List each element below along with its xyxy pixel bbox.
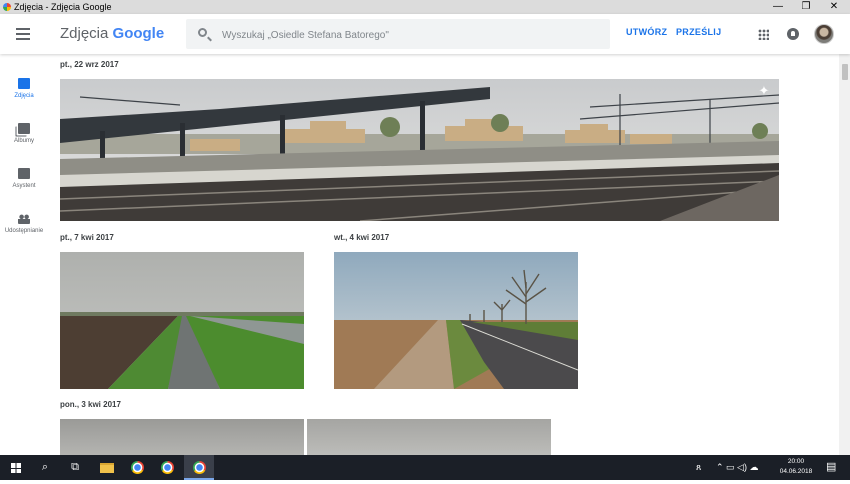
close-window-button[interactable]: ✕ [820, 0, 848, 14]
photo-thumbnail-field-path[interactable] [60, 252, 304, 389]
avatar[interactable] [814, 24, 834, 44]
field-path-image [60, 252, 304, 389]
people-icon[interactable]: ጸ [696, 455, 701, 480]
sparkle-auto-create-icon: ✦ [758, 83, 770, 98]
system-tray-icons[interactable]: ⌃ ▭ ◁) ☁ [716, 455, 758, 480]
apps-grid-icon[interactable] [758, 29, 769, 40]
hamburger-menu-icon[interactable] [16, 28, 30, 40]
taskbar-search-icon[interactable]: ⌕ [30, 455, 60, 480]
date-heading[interactable]: pon., 3 kwi 2017 [60, 400, 121, 409]
google-photos-logo[interactable]: Zdjęcia Google [60, 25, 164, 43]
bell-icon[interactable] [787, 28, 799, 40]
photo-thumbnail-overcast-2[interactable] [307, 419, 551, 455]
panorama-image [60, 79, 779, 221]
upload-button[interactable]: PRZEŚLIJ [676, 27, 721, 37]
windows-logo-icon [11, 463, 21, 473]
chrome-active-window-icon[interactable] [184, 455, 214, 480]
clock-time: 20:00 [787, 458, 805, 465]
file-explorer-icon[interactable] [92, 455, 122, 480]
date-heading[interactable]: pt., 22 wrz 2017 [60, 60, 119, 69]
scrollbar-thumb[interactable] [842, 64, 848, 80]
windows-taskbar: ⌕ ⧉ ጸ ⌃ ▭ ◁) ☁ 20:00 04.06.2018 ▤ [0, 455, 850, 480]
logo-brand: Google [112, 25, 165, 42]
photo-thumbnail-panorama[interactable] [60, 79, 779, 221]
logo-word: Zdjęcia [60, 25, 109, 42]
notification-center-icon[interactable]: ▤ [826, 455, 836, 480]
start-button[interactable] [0, 455, 30, 480]
create-button[interactable]: UTWÓRZ [626, 27, 667, 37]
photo-thumbnail-overcast-1[interactable] [60, 419, 304, 455]
clock-date: 04.06.2018 [779, 468, 813, 475]
photo-thumbnail-country-road[interactable] [334, 252, 578, 389]
search-box[interactable] [186, 19, 610, 51]
window-title-bar: Zdjęcia - Zdjęcia Google — ❐ ✕ [0, 0, 850, 14]
date-heading[interactable]: wt., 4 kwi 2017 [334, 233, 389, 242]
search-input[interactable] [220, 19, 604, 51]
country-road-image [334, 252, 578, 389]
app-header: Zdjęcia Google UTWÓRZ PRZEŚLIJ [0, 14, 850, 54]
taskbar-clock[interactable]: 20:00 04.06.2018 [775, 457, 817, 477]
task-view-icon[interactable]: ⧉ [60, 455, 90, 480]
search-icon[interactable] [198, 28, 207, 37]
photo-grid: pt., 22 wrz 2017 ✦ pt., 7 kwi 2017 wt., … [0, 54, 850, 455]
date-heading[interactable]: pt., 7 kwi 2017 [60, 233, 114, 242]
vertical-scrollbar[interactable] [839, 54, 850, 455]
window-title: Zdjęcia - Zdjęcia Google [14, 2, 112, 12]
google-photos-favicon-icon [3, 3, 11, 11]
restore-button[interactable]: ❐ [792, 0, 820, 14]
chrome-icon[interactable] [152, 455, 182, 480]
chrome-profile-icon[interactable] [122, 455, 152, 480]
minimize-button[interactable]: — [764, 0, 792, 14]
